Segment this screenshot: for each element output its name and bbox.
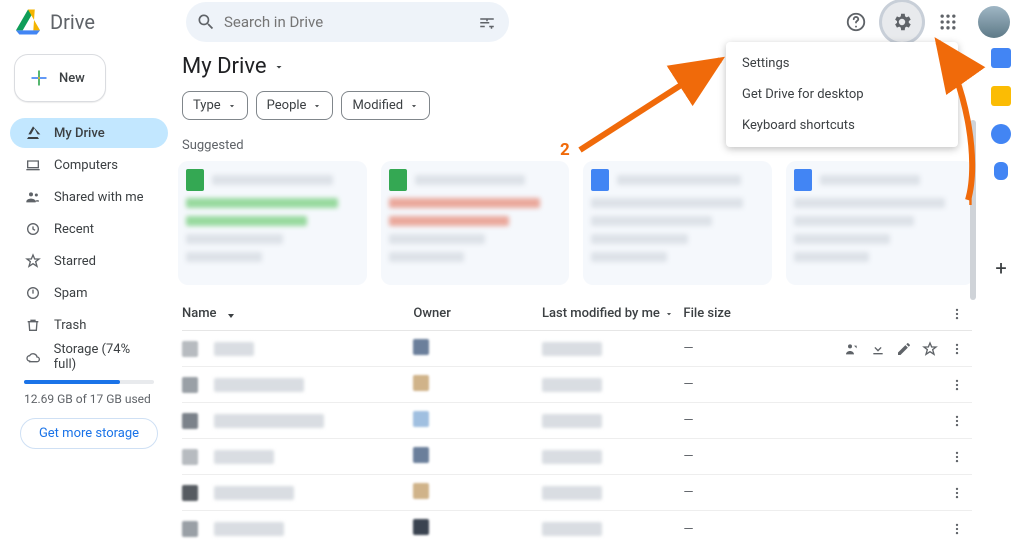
- search-bar[interactable]: [186, 2, 509, 42]
- header: Drive: [0, 0, 1024, 44]
- new-button[interactable]: New: [14, 54, 106, 102]
- storage-bar: [24, 380, 154, 384]
- annotation-label-1: 1: [965, 190, 975, 210]
- table-row[interactable]: —: [182, 439, 972, 475]
- settings-gear-icon[interactable]: [882, 2, 922, 42]
- more-icon[interactable]: [948, 522, 966, 536]
- sidebar-item-recent[interactable]: Recent: [10, 214, 168, 244]
- sidebar: New My Drive Computers Shared with me Re…: [0, 44, 176, 547]
- shared-icon: [24, 188, 42, 206]
- table-menu-icon[interactable]: [948, 307, 966, 321]
- sidebar-item-label: Storage (74% full): [54, 342, 154, 372]
- help-icon[interactable]: [836, 2, 876, 42]
- more-icon[interactable]: [948, 378, 966, 392]
- chip-modified[interactable]: Modified: [341, 91, 430, 120]
- storage-used-text: 12.69 GB of 17 GB used: [10, 388, 168, 416]
- sidebar-item-my-drive[interactable]: My Drive: [10, 118, 168, 148]
- suggested-row: [176, 161, 978, 297]
- apps-grid-icon[interactable]: [928, 2, 968, 42]
- settings-menu: Settings Get Drive for desktop Keyboard …: [726, 42, 958, 147]
- search-input[interactable]: [224, 13, 467, 31]
- calendar-app-icon[interactable]: [991, 48, 1011, 68]
- settings-menu-desktop[interactable]: Get Drive for desktop: [726, 79, 958, 110]
- more-icon[interactable]: [948, 450, 966, 464]
- table-row[interactable]: —: [182, 331, 972, 367]
- more-icon[interactable]: [948, 486, 966, 500]
- sidebar-item-label: Starred: [54, 254, 96, 269]
- edit-icon[interactable]: [896, 341, 912, 357]
- new-button-label: New: [59, 71, 85, 86]
- file-table: Name Owner Last modified by me File size…: [176, 297, 978, 547]
- more-icon[interactable]: [948, 414, 966, 428]
- keep-app-icon[interactable]: [991, 86, 1011, 106]
- sidebar-item-starred[interactable]: Starred: [10, 246, 168, 276]
- trash-icon: [24, 316, 42, 334]
- drive-icon: [24, 124, 42, 142]
- sidebar-item-label: Spam: [54, 286, 88, 301]
- sidebar-item-label: Trash: [54, 318, 86, 333]
- sidebar-item-computers[interactable]: Computers: [10, 150, 168, 180]
- sidebar-item-storage[interactable]: Storage (74% full): [10, 342, 168, 372]
- logo-area[interactable]: Drive: [14, 9, 174, 35]
- computers-icon: [24, 156, 42, 174]
- scrollbar-thumb[interactable]: [970, 120, 976, 300]
- settings-menu-settings[interactable]: Settings: [726, 48, 958, 79]
- suggested-card[interactable]: [381, 161, 570, 285]
- sidebar-item-label: Recent: [54, 222, 94, 237]
- chip-type[interactable]: Type: [182, 91, 248, 120]
- header-icons: [836, 2, 1010, 42]
- side-panel: +: [978, 44, 1024, 547]
- page-title: My Drive: [182, 54, 267, 79]
- star-outline-icon[interactable]: [922, 341, 938, 357]
- table-row[interactable]: —: [182, 403, 972, 439]
- star-icon: [24, 252, 42, 270]
- chip-people[interactable]: People: [256, 91, 334, 120]
- add-on-plus-icon[interactable]: +: [995, 256, 1006, 280]
- share-icon[interactable]: [844, 341, 860, 357]
- drive-logo-icon: [14, 9, 42, 35]
- table-row[interactable]: —: [182, 367, 972, 403]
- suggested-card[interactable]: [583, 161, 772, 285]
- recent-icon: [24, 220, 42, 238]
- more-icon[interactable]: [948, 342, 966, 356]
- col-size[interactable]: File size: [683, 306, 812, 321]
- annotation-label-2: 2: [560, 140, 570, 160]
- sort-down-icon: [225, 308, 237, 320]
- cloud-icon: [24, 348, 42, 366]
- spam-icon: [24, 284, 42, 302]
- sidebar-item-label: My Drive: [54, 126, 105, 141]
- account-avatar[interactable]: [978, 6, 1010, 38]
- tasks-app-icon[interactable]: [991, 124, 1011, 144]
- col-owner[interactable]: Owner: [413, 306, 542, 321]
- sidebar-item-spam[interactable]: Spam: [10, 278, 168, 308]
- suggested-card[interactable]: [178, 161, 367, 285]
- table-row[interactable]: —: [182, 511, 972, 547]
- table-row[interactable]: —: [182, 475, 972, 511]
- sidebar-item-label: Shared with me: [54, 190, 144, 205]
- contacts-app-icon[interactable]: [994, 162, 1008, 180]
- col-modified[interactable]: Last modified by me: [542, 306, 683, 321]
- search-icon: [196, 12, 216, 32]
- download-icon[interactable]: [870, 341, 886, 357]
- col-name[interactable]: Name: [182, 306, 413, 321]
- suggested-card[interactable]: [786, 161, 975, 285]
- sidebar-item-shared[interactable]: Shared with me: [10, 182, 168, 212]
- tune-icon[interactable]: [475, 10, 499, 34]
- settings-menu-shortcuts[interactable]: Keyboard shortcuts: [726, 110, 958, 141]
- get-more-storage-button[interactable]: Get more storage: [20, 418, 158, 449]
- caret-down-icon: [273, 61, 285, 73]
- product-name: Drive: [50, 10, 95, 34]
- table-header: Name Owner Last modified by me File size: [182, 297, 972, 331]
- sidebar-item-label: Computers: [54, 158, 118, 173]
- sidebar-item-trash[interactable]: Trash: [10, 310, 168, 340]
